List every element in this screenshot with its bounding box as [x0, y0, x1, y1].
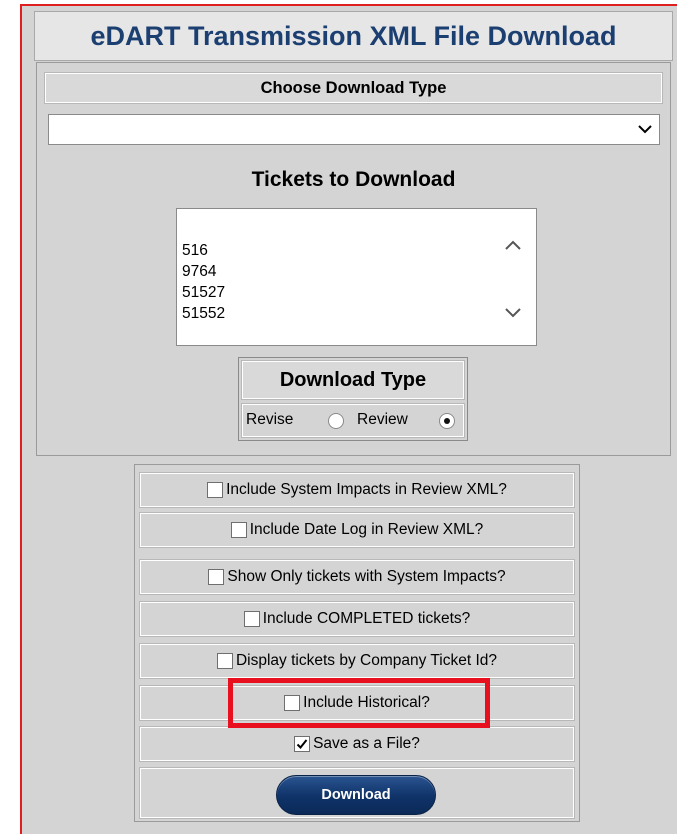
tickets-to-download-label: Tickets to Download	[251, 168, 456, 191]
list-item[interactable]: 51527	[182, 282, 225, 303]
option-label: Display tickets by Company Ticket Id?	[235, 652, 498, 669]
download-type-select[interactable]	[48, 114, 660, 145]
checkbox[interactable]	[230, 522, 247, 538]
option-label: Show Only tickets with System Impacts?	[227, 568, 506, 585]
radio-label-review: Review	[357, 411, 408, 428]
radio-label-revise: Revise	[246, 411, 294, 428]
checkmark-icon	[296, 739, 308, 749]
option-save-as-file[interactable]: Save as a File?	[139, 726, 575, 762]
option-display-by-company-id[interactable]: Display tickets by Company Ticket Id?	[139, 643, 575, 679]
checkbox[interactable]	[243, 611, 260, 627]
option-include-system-impacts[interactable]: Include System Impacts in Review XML?	[139, 472, 575, 508]
option-include-date-log[interactable]: Include Date Log in Review XML?	[139, 512, 575, 548]
option-label: Include Historical?	[303, 694, 430, 711]
list-item[interactable]: 51552	[182, 303, 225, 324]
ticket-items: 516 9764 51527 51552	[182, 240, 225, 324]
choose-download-type-header: Choose Download Type	[44, 72, 663, 104]
radio-review[interactable]	[439, 413, 455, 429]
option-label: Save as a File?	[313, 735, 420, 752]
checkbox[interactable]	[284, 695, 301, 711]
download-button[interactable]: Download	[276, 775, 436, 815]
download-type-options: Revise Review	[241, 403, 465, 438]
option-only-system-impacts[interactable]: Show Only tickets with System Impacts?	[139, 559, 575, 595]
option-include-completed[interactable]: Include COMPLETED tickets?	[139, 601, 575, 637]
checkbox[interactable]	[294, 736, 311, 752]
app-title: eDART Transmission XML File Download	[34, 11, 673, 61]
tickets-listbox[interactable]: 516 9764 51527 51552	[176, 208, 537, 346]
option-label: Include COMPLETED tickets?	[262, 610, 471, 627]
scroll-down-icon[interactable]	[505, 307, 521, 319]
option-label: Include System Impacts in Review XML?	[226, 481, 507, 498]
radio-revise[interactable]	[328, 413, 344, 429]
chevron-down-icon	[638, 125, 652, 134]
list-item[interactable]: 516	[182, 240, 225, 261]
scroll-up-icon[interactable]	[505, 239, 521, 251]
checkbox[interactable]	[207, 482, 224, 498]
option-label: Include Date Log in Review XML?	[249, 521, 484, 538]
checkbox[interactable]	[216, 653, 233, 669]
checkbox[interactable]	[208, 569, 225, 585]
download-type-title: Download Type	[241, 360, 465, 400]
list-item[interactable]: 9764	[182, 261, 225, 282]
option-include-historical[interactable]: Include Historical?	[139, 685, 575, 721]
